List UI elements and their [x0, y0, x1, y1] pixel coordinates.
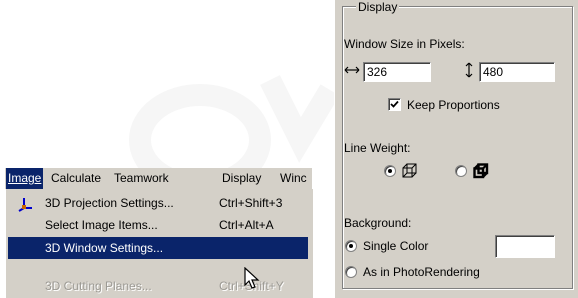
- thick-cube-icon: [473, 163, 489, 179]
- window-size-label: Window Size in Pixels:: [344, 37, 465, 51]
- menu-item-label: 3D Cutting Planes...: [45, 279, 152, 293]
- menu-display[interactable]: Display: [220, 168, 263, 189]
- menu-calculate-label: Calculate: [51, 171, 102, 185]
- image-dropdown: 3D Projection Settings... Ctrl+Shift+3 S…: [5, 189, 313, 298]
- keep-proportions-checkbox[interactable]: [388, 98, 401, 111]
- menu-item-shortcut: Ctrl+Alt+A: [219, 218, 274, 232]
- keep-proportions-label: Keep Proportions: [407, 98, 500, 112]
- vertical-arrow-icon: [465, 62, 473, 78]
- menu-item-label: 3D Window Settings...: [45, 241, 164, 255]
- menu-window[interactable]: Winc: [278, 168, 309, 189]
- window-height-input[interactable]: [479, 62, 555, 82]
- menu-item-3d-projection[interactable]: 3D Projection Settings... Ctrl+Shift+3: [6, 192, 308, 214]
- menu-window-label: Winc: [280, 171, 307, 185]
- radio-selected-dot: [388, 169, 392, 173]
- menu-item-label: Select Image Items...: [45, 218, 158, 232]
- as-in-photorendering-label: As in PhotoRendering: [363, 265, 480, 279]
- group-title: Display: [356, 0, 400, 14]
- menu-bar: Image Calculate Teamwork Display Winc: [5, 168, 312, 189]
- menu-item-3d-cutting-planes: 3D Cutting Planes... Ctrl+Shift+Y: [6, 275, 308, 297]
- background-photorendering-radio[interactable]: [345, 266, 357, 278]
- background-color-swatch[interactable]: [495, 235, 555, 258]
- single-color-label: Single Color: [363, 239, 429, 253]
- menu-item-shortcut: Ctrl+Shift+3: [219, 196, 283, 210]
- menu-calculate[interactable]: Calculate: [49, 168, 103, 189]
- background-label: Background:: [344, 216, 412, 230]
- radio-selected-dot: [349, 244, 353, 248]
- menu-display-label: Display: [222, 171, 262, 185]
- 3d-window-settings-dialog: Display Window Size in Pixels: Keep Prop…: [334, 0, 578, 298]
- horizontal-arrow-icon: [344, 66, 360, 74]
- thin-cube-icon: [402, 163, 417, 178]
- line-weight-thick-radio[interactable]: [455, 165, 467, 177]
- menu-item-label: 3D Projection Settings...: [45, 196, 174, 210]
- projection-icon: [18, 198, 32, 212]
- menu-image[interactable]: Image: [6, 168, 44, 189]
- menu-item-select-image-items[interactable]: Select Image Items... Ctrl+Alt+A: [6, 214, 308, 236]
- image-menu-region: Image Calculate Teamwork Display Winc 3D…: [5, 168, 313, 298]
- menu-teamwork[interactable]: Teamwork: [112, 168, 171, 189]
- menu-teamwork-label: Teamwork: [114, 171, 169, 185]
- window-width-input[interactable]: [363, 62, 431, 82]
- line-weight-thin-radio[interactable]: [384, 165, 396, 177]
- checkmark-icon: [390, 100, 399, 108]
- mouse-pointer-icon: [244, 267, 260, 289]
- menu-item-3d-window-settings[interactable]: 3D Window Settings...: [8, 237, 308, 259]
- menu-image-label: Image: [8, 171, 42, 185]
- background-single-color-radio[interactable]: [345, 240, 357, 252]
- line-weight-label: Line Weight:: [344, 141, 411, 155]
